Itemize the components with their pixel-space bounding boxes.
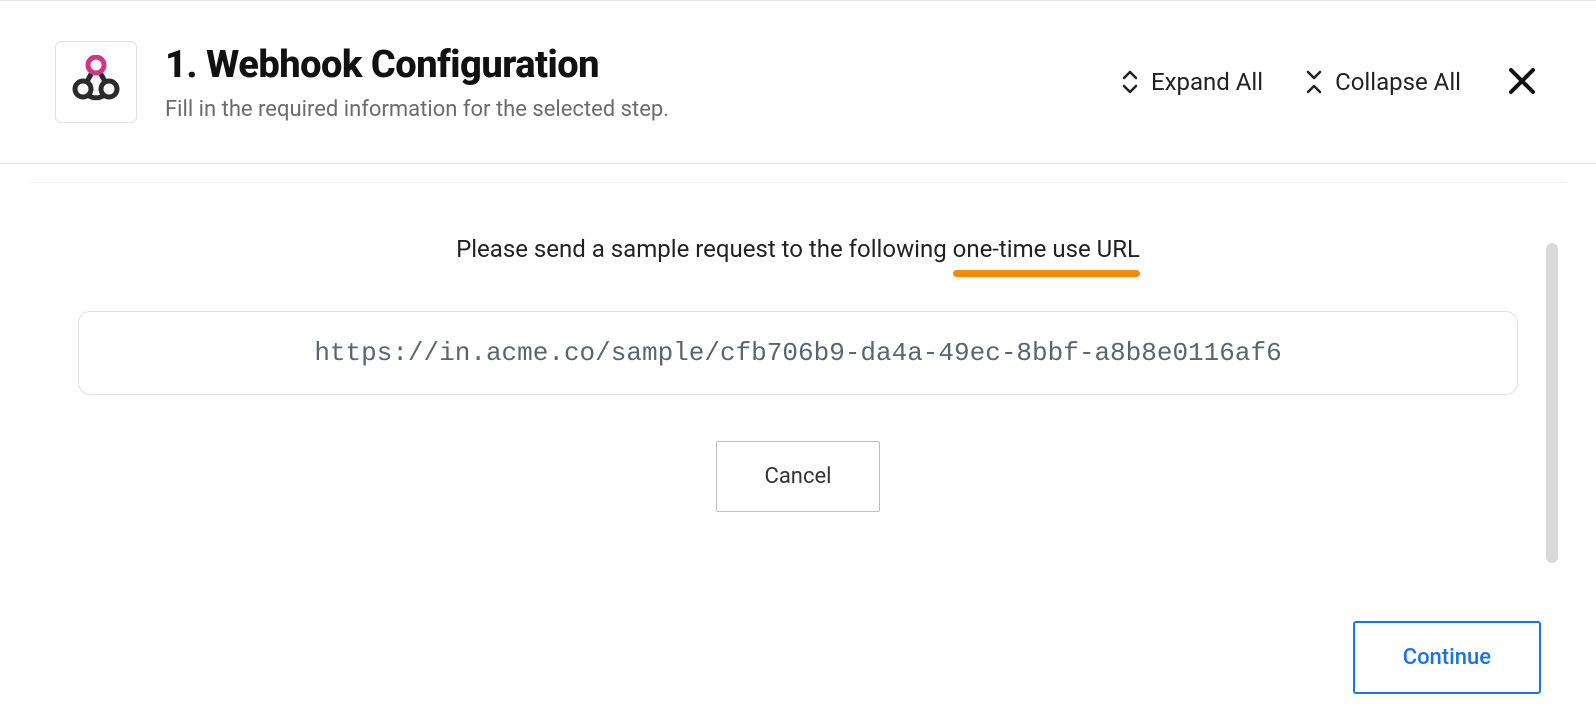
dialog-header: 1. Webhook Configuration Fill in the req… bbox=[0, 0, 1596, 164]
expand-all-label: Expand All bbox=[1151, 68, 1263, 96]
header-actions: Expand All Collapse All bbox=[1121, 62, 1541, 103]
webhook-icon bbox=[69, 55, 123, 109]
close-icon bbox=[1507, 84, 1537, 99]
expand-icon bbox=[1121, 70, 1139, 94]
sample-url-field[interactable]: https://in.acme.co/sample/cfb706b9-da4a-… bbox=[78, 311, 1518, 395]
content-inner: Please send a sample request to the foll… bbox=[30, 182, 1566, 720]
continue-button[interactable]: Continue bbox=[1353, 621, 1541, 694]
instruction-highlight-text: one-time use URL bbox=[953, 235, 1140, 263]
content-area: Please send a sample request to the foll… bbox=[0, 182, 1596, 720]
page-title: 1. Webhook Configuration bbox=[165, 43, 669, 87]
header-left: 1. Webhook Configuration Fill in the req… bbox=[55, 41, 669, 123]
highlight-underline bbox=[953, 270, 1140, 277]
close-button[interactable] bbox=[1503, 62, 1541, 103]
collapse-all-button[interactable]: Collapse All bbox=[1305, 68, 1461, 96]
page-subtitle: Fill in the required information for the… bbox=[165, 97, 669, 122]
instruction-text: Please send a sample request to the foll… bbox=[456, 235, 1140, 263]
collapse-all-label: Collapse All bbox=[1335, 68, 1461, 96]
collapse-icon bbox=[1305, 70, 1323, 94]
webhook-icon-box bbox=[55, 41, 137, 123]
title-block: 1. Webhook Configuration Fill in the req… bbox=[165, 43, 669, 122]
scrollbar[interactable] bbox=[1546, 243, 1558, 563]
cancel-button[interactable]: Cancel bbox=[716, 441, 881, 512]
expand-all-button[interactable]: Expand All bbox=[1121, 68, 1263, 96]
